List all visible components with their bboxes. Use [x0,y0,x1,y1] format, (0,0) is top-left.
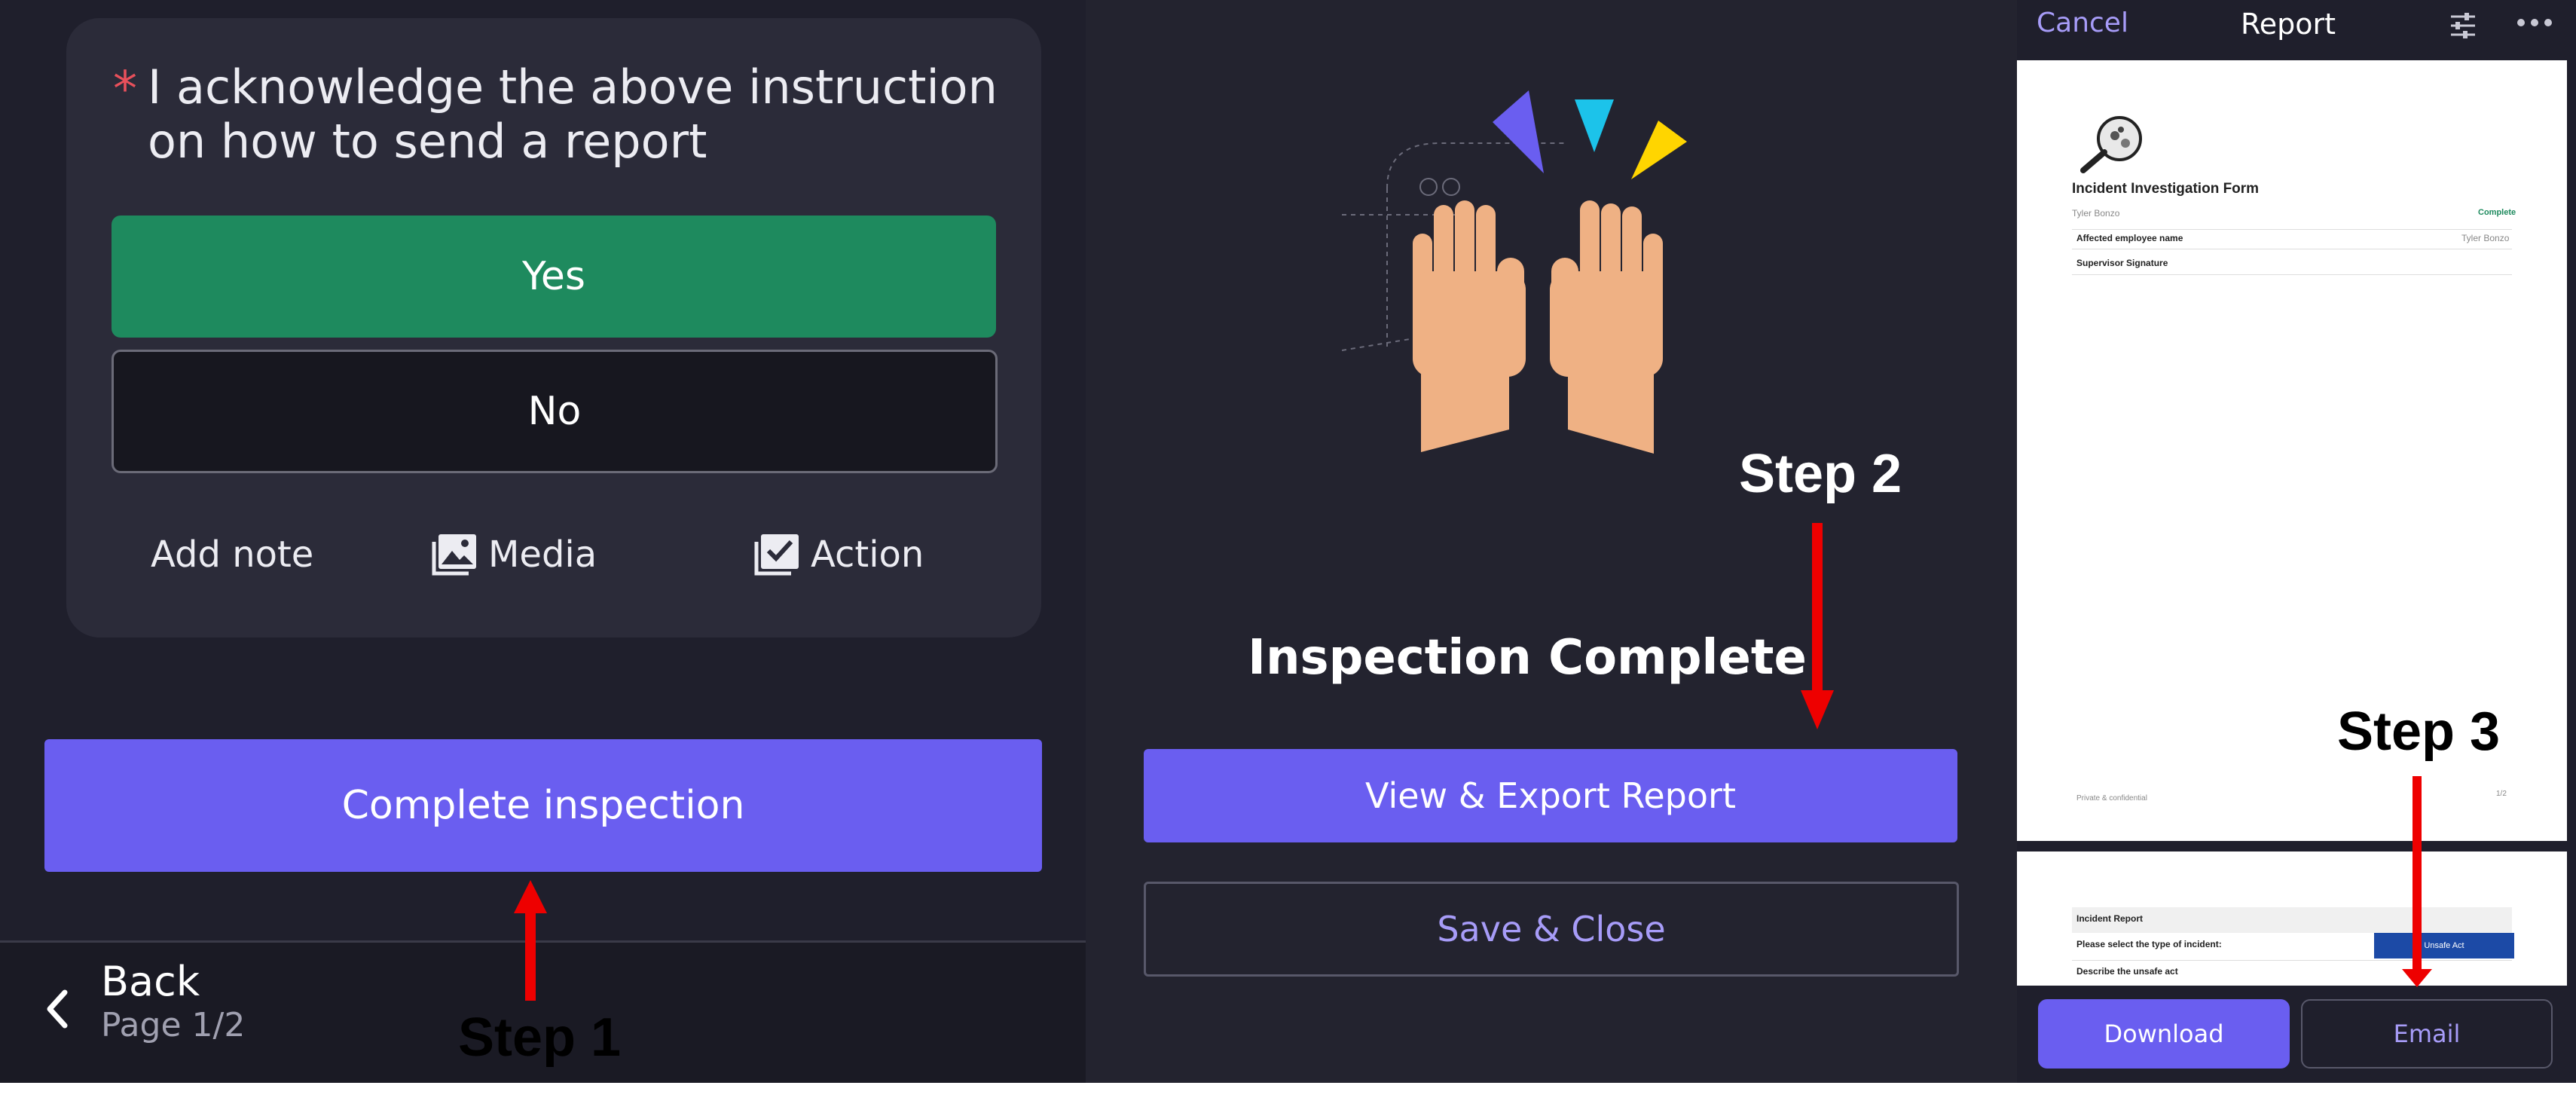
image-icon [432,534,476,576]
yes-button[interactable]: Yes [112,216,996,338]
add-note-label: Add note [151,534,314,576]
email-button[interactable]: Email [2301,999,2553,1069]
inspection-complete-title: Inspection Complete [1248,630,1807,686]
complete-inspection-button[interactable]: Complete inspection [44,739,1042,872]
yellow-confetti-icon [1631,121,1687,179]
form-author: Tyler Bonzo [2072,208,2120,219]
step-3-label: Step 3 [2337,702,2501,762]
report-page-2[interactable]: Incident Report Please select the type o… [2017,851,2567,986]
right-hand-icon [1550,200,1663,454]
page-number: 1/2 [2496,790,2507,798]
field-label: Please select the type of incident: [2076,939,2222,949]
page-footer: Private & confidential [2076,794,2147,803]
report-preview-panel: Cancel Report Incident Investigation For… [2017,0,2576,1083]
field-value: Tyler Bonzo [2461,233,2510,243]
field-value-badge: Unsafe Act [2374,933,2514,958]
inspection-question-panel: * I acknowledge the above instruction on… [0,0,1086,1083]
download-button[interactable]: Download [2038,999,2290,1069]
add-note-button[interactable]: Add note [151,524,313,585]
field-label: Affected employee name [2076,233,2183,243]
form-status: Complete [2478,208,2516,217]
no-button[interactable]: No [112,350,998,473]
view-export-report-button[interactable]: View & Export Report [1144,749,1957,842]
action-button[interactable]: Action [753,524,924,585]
purple-confetti-icon [1493,90,1544,173]
action-label: Action [811,534,924,576]
inspection-complete-panel: Inspection Complete View & Export Report… [1086,0,2017,1083]
page-indicator: Page 1/2 [101,1006,246,1044]
media-button[interactable]: Media [431,524,597,585]
save-close-button[interactable]: Save & Close [1144,882,1959,977]
required-marker: * [113,62,137,118]
media-label: Media [488,534,597,576]
section-heading: Incident Report [2076,913,2144,924]
cancel-button[interactable]: Cancel [2037,8,2128,38]
back-button[interactable]: Back [101,958,200,1005]
step-2-label: Step 2 [1739,444,1902,504]
cyan-confetti-icon [1575,99,1614,152]
question-card: * I acknowledge the above instruction on… [66,18,1041,637]
chevron-left-icon[interactable] [42,988,72,1030]
high-five-illustration [1342,90,1687,454]
field-label: Describe the unsafe act [2076,966,2178,977]
settings-sliders-icon[interactable] [2448,11,2478,41]
more-options-icon[interactable] [2516,14,2553,32]
report-header-title: Report [2241,8,2336,41]
field-label: Supervisor Signature [2076,258,2168,268]
left-hand-icon [1413,200,1526,452]
step-1-label: Step 1 [458,1007,622,1068]
form-title: Incident Investigation Form [2072,181,2260,197]
action-checklist-icon [754,534,799,576]
company-logo [2080,116,2142,173]
question-text: I acknowledge the above instruction on h… [148,60,998,169]
